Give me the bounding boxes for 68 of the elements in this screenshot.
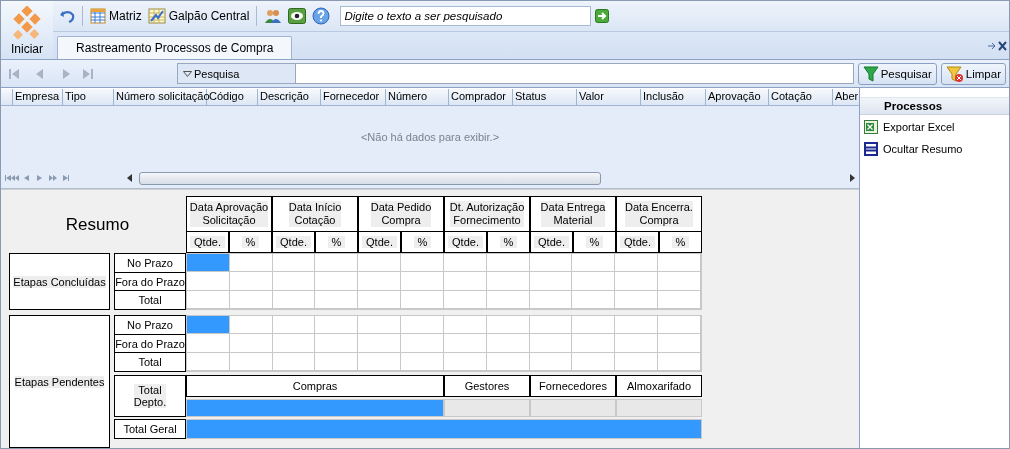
column-subheader: % bbox=[671, 236, 690, 248]
department-header: Fornecedores bbox=[530, 375, 616, 397]
help-button[interactable] bbox=[310, 5, 333, 26]
column-subheader: Qtde. bbox=[362, 236, 397, 248]
column-header[interactable]: Descrição bbox=[258, 89, 321, 105]
arrow-right-icon bbox=[595, 8, 610, 23]
column-header[interactable]: Inclusão bbox=[641, 89, 706, 105]
column-header[interactable]: Número solicitação bbox=[114, 89, 207, 105]
department-header: Compras bbox=[186, 375, 444, 397]
column-header[interactable]: Tipo bbox=[63, 89, 114, 105]
column-subheader: Qtde. bbox=[190, 236, 225, 248]
panel-item[interactable]: Ocultar Resumo bbox=[860, 139, 1009, 159]
column-header: Data Encerra. Compra bbox=[625, 201, 693, 227]
column-subheader: % bbox=[327, 236, 346, 248]
column-header[interactable]: Valor bbox=[577, 89, 641, 105]
scroll-right-icon[interactable] bbox=[849, 174, 855, 182]
horizontal-scrollbar[interactable] bbox=[127, 171, 855, 185]
pin-close-icon[interactable] bbox=[987, 40, 1007, 51]
column-header[interactable]: Fornecedor bbox=[321, 89, 386, 105]
scrollbar-thumb[interactable] bbox=[139, 171, 601, 185]
column-header[interactable]: Número bbox=[386, 89, 449, 105]
funnel-remove-icon bbox=[945, 65, 964, 82]
table-icon bbox=[90, 7, 106, 24]
group-label: Etapas Concluídas bbox=[13, 275, 106, 288]
department-header: Gestores bbox=[444, 375, 530, 397]
row-label: Total Geral bbox=[114, 419, 186, 439]
help-icon bbox=[312, 6, 331, 25]
empty-message: <Não há dados para exibir.> bbox=[360, 131, 500, 143]
column-header: Data Aprovação Solicitação bbox=[189, 201, 269, 227]
column-header: Data Entrega Material bbox=[540, 201, 606, 227]
tab[interactable]: Rastreamento Processos de Compra bbox=[57, 36, 293, 59]
column-subheader: Qtde. bbox=[620, 236, 655, 248]
column-subheader: % bbox=[413, 236, 432, 248]
panel-title: Processos bbox=[860, 97, 1009, 115]
row-label: Total Depto. bbox=[133, 384, 167, 408]
column-header: Dt. Autorização Fornecimento bbox=[449, 201, 525, 227]
column-header: Data Pedido Compra bbox=[370, 201, 432, 227]
panel-item[interactable]: Exportar Excel bbox=[860, 117, 1009, 137]
column-subheader: % bbox=[241, 236, 260, 248]
column-header: Data Início Cotação bbox=[288, 201, 342, 227]
summary-title: Resumo bbox=[64, 213, 131, 236]
column-header[interactable]: Cotação bbox=[769, 89, 833, 105]
eye-button[interactable] bbox=[286, 5, 309, 26]
chart-icon bbox=[147, 7, 166, 24]
eye-icon bbox=[288, 7, 307, 24]
start-button[interactable]: Iniciar bbox=[1, 1, 53, 59]
column-header[interactable]: Aprovação bbox=[706, 89, 769, 105]
spreadsheet-icon bbox=[864, 120, 878, 134]
group-label: Etapas Pendentes bbox=[14, 375, 105, 388]
search-field[interactable]: Digite o texto a ser pesquisado bbox=[340, 5, 592, 26]
scroll-left-icon[interactable] bbox=[127, 174, 133, 182]
column-subheader: Qtde. bbox=[448, 236, 483, 248]
department-header: Almoxarifado bbox=[616, 375, 702, 397]
column-subheader: % bbox=[499, 236, 518, 248]
go-button[interactable] bbox=[593, 8, 612, 23]
column-subheader: % bbox=[585, 236, 604, 248]
toolbar-button[interactable]: Matriz bbox=[88, 5, 144, 26]
clear-button[interactable]: Limpar bbox=[940, 62, 1006, 85]
people-icon bbox=[264, 7, 283, 24]
toolbar-button[interactable]: Galpão Central bbox=[145, 5, 252, 26]
column-header[interactable]: Comprador bbox=[449, 89, 513, 105]
funnel-icon bbox=[862, 65, 879, 82]
panel-icon bbox=[864, 142, 878, 156]
column-header[interactable]: Status bbox=[513, 89, 577, 105]
column-subheader: Qtde. bbox=[276, 236, 311, 248]
column-subheader: Qtde. bbox=[534, 236, 569, 248]
column-header[interactable]: Empresa bbox=[13, 89, 63, 105]
search-button[interactable]: Pesquisar bbox=[857, 62, 937, 85]
